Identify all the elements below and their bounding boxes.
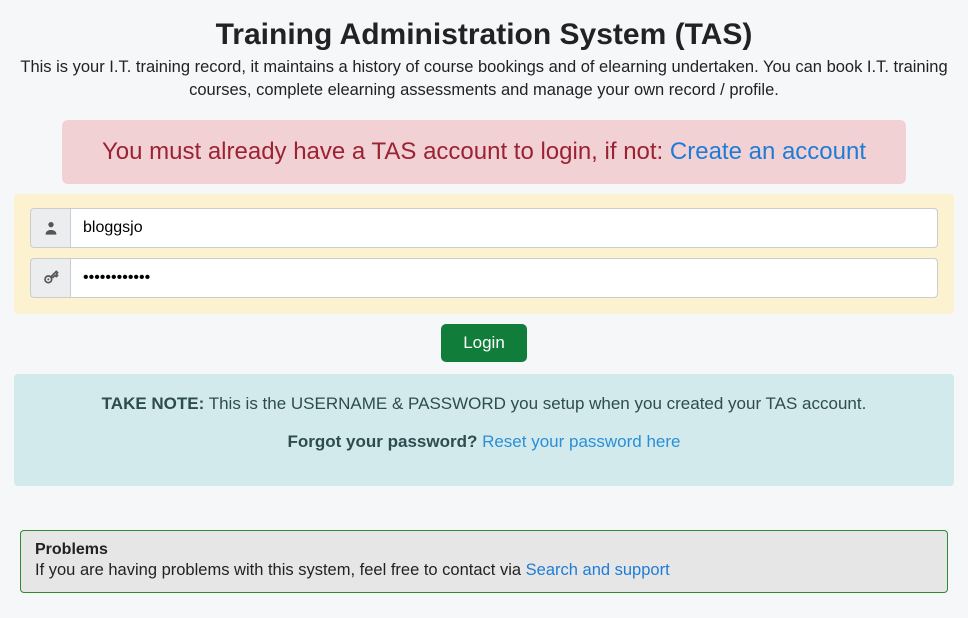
search-support-link[interactable]: Search and support (526, 561, 670, 579)
user-icon (30, 208, 70, 248)
forgot-password-label: Forgot your password? (288, 432, 483, 451)
problems-text: If you are having problems with this sys… (35, 561, 526, 579)
note-panel: TAKE NOTE: This is the USERNAME & PASSWO… (14, 374, 954, 486)
take-note-text: This is the USERNAME & PASSWORD you setu… (204, 394, 866, 413)
login-form (14, 194, 954, 314)
problems-panel: Problems If you are having problems with… (20, 530, 948, 593)
create-account-link[interactable]: Create an account (670, 138, 866, 165)
take-note-label: TAKE NOTE: (102, 394, 205, 413)
login-button[interactable]: Login (441, 324, 527, 362)
key-icon (30, 258, 70, 298)
problems-title: Problems (35, 541, 933, 559)
alert-text: You must already have a TAS account to l… (102, 138, 670, 165)
page-description: This is your I.T. training record, it ma… (14, 56, 954, 102)
page-title: Training Administration System (TAS) (14, 18, 954, 52)
password-input[interactable] (70, 258, 938, 298)
reset-password-link[interactable]: Reset your password here (482, 432, 680, 451)
username-input[interactable] (70, 208, 938, 248)
account-required-alert: You must already have a TAS account to l… (62, 120, 906, 184)
